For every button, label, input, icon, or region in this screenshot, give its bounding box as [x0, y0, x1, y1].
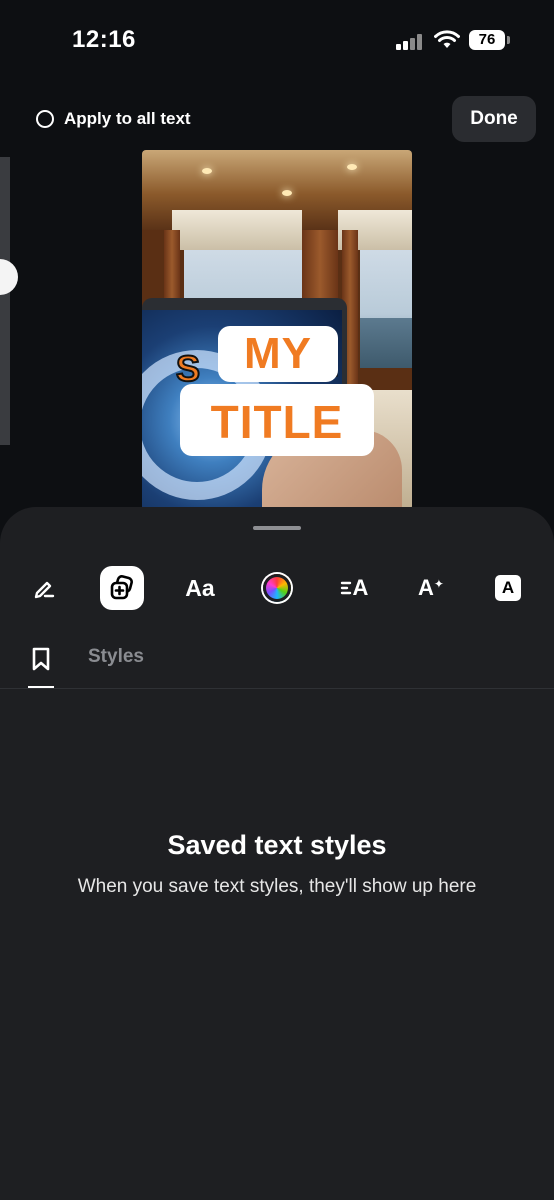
- alignment-button[interactable]: A: [332, 566, 376, 610]
- ceiling-light: [202, 168, 212, 174]
- ceiling-light: [282, 190, 292, 196]
- empty-state-subtitle: When you save text styles, they'll show …: [77, 876, 477, 897]
- apply-to-all-label: Apply to all text: [64, 109, 191, 128]
- empty-state-title: Saved text styles: [167, 830, 387, 860]
- color-button[interactable]: [255, 566, 299, 610]
- title-text-line1[interactable]: MY: [218, 326, 338, 382]
- text-effects-button[interactable]: A ✦: [409, 566, 453, 610]
- sheet-grabber[interactable]: [253, 526, 301, 530]
- scrub-handle[interactable]: [0, 259, 18, 295]
- apply-to-all-toggle[interactable]: Apply to all text: [36, 106, 191, 132]
- timeline-clip-strip: [0, 157, 10, 445]
- text-background-letter: A: [501, 578, 515, 597]
- edit-text-button[interactable]: [22, 566, 66, 610]
- tab-saved[interactable]: [28, 640, 54, 688]
- sparkle-icon: ✦: [433, 577, 444, 591]
- style-tabs: Styles: [0, 640, 554, 689]
- bookmark-icon: [32, 647, 50, 671]
- font-aa-icon: Aa: [185, 574, 215, 601]
- text-background-button[interactable]: A: [486, 566, 530, 610]
- sticker-add-icon: [110, 575, 133, 600]
- done-button[interactable]: Done: [452, 96, 536, 142]
- text-sparkle-icon: A: [418, 575, 434, 600]
- text-toolbar: Aa A A ✦ A: [0, 566, 554, 610]
- align-lines-icon: [340, 581, 351, 595]
- text-styles-button[interactable]: [100, 566, 144, 610]
- window-blind: [172, 210, 302, 250]
- ceiling-light: [347, 164, 357, 170]
- align-text-icon: A: [352, 575, 369, 600]
- text-background-icon: A: [495, 575, 521, 601]
- wifi-icon: [434, 30, 460, 48]
- tab-styles[interactable]: Styles: [88, 646, 144, 668]
- title-text-line2[interactable]: TITLE: [180, 384, 374, 456]
- radio-circle-icon: [36, 110, 54, 128]
- cellular-signal-icon: [396, 34, 424, 50]
- pencil-icon: [34, 581, 55, 599]
- font-button[interactable]: Aa: [178, 566, 222, 610]
- status-time: 12:16: [72, 26, 136, 53]
- status-bar: 12:16 76: [0, 0, 554, 80]
- color-wheel-icon: [263, 574, 291, 602]
- tab-active-indicator: [28, 686, 54, 688]
- preview-sea: [360, 318, 412, 368]
- battery-tip: [507, 36, 510, 44]
- battery-indicator: 76: [469, 30, 505, 50]
